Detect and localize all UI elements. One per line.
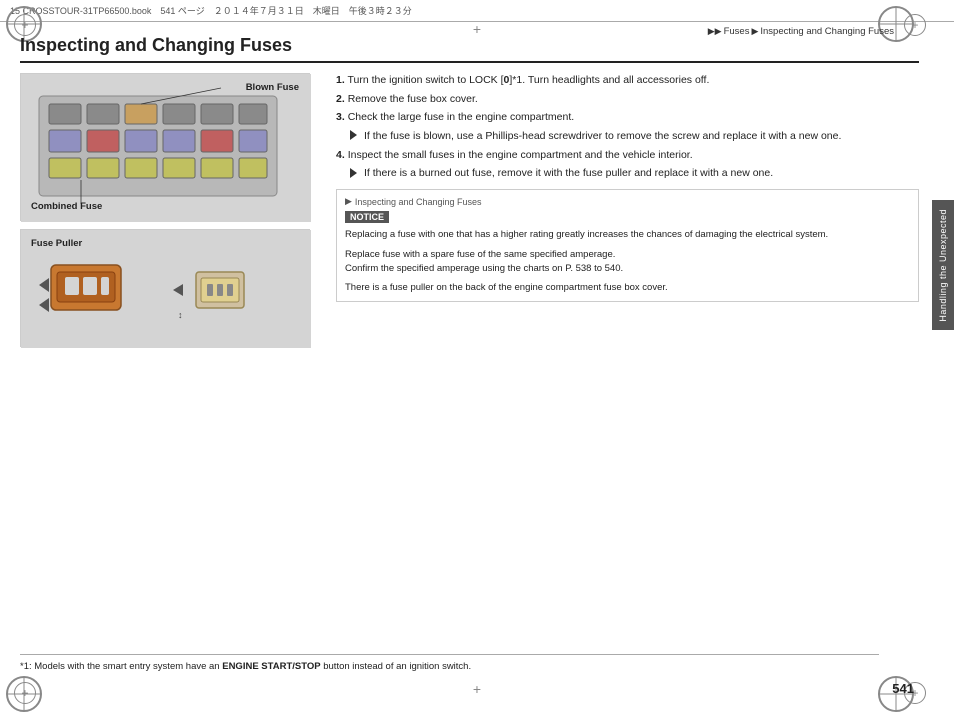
step-4: 4. Inspect the small fuses in the engine…: [336, 148, 919, 163]
step-1: 1. Turn the ignition switch to LOCK [0]*…: [336, 73, 919, 88]
cross-mark-bottom-center: +: [470, 682, 484, 696]
step-3-text: Check the large fuse in the engine compa…: [348, 111, 574, 123]
notice-subheader: ▶ Inspecting and Changing Fuses: [345, 196, 910, 207]
step-3-arrow-text: If the fuse is blown, use a Phillips-hea…: [364, 129, 841, 144]
notice-paragraph-3: There is a fuse puller on the back of th…: [345, 281, 910, 295]
arrow-symbol-3: [350, 129, 360, 144]
content-columns: Blown Fuse Combined Fuse: [20, 73, 919, 347]
top-bar: 15 CROSSTOUR-31TP66500.book 541 ページ ２０１４…: [0, 0, 954, 22]
notice-subheader-text: Inspecting and Changing Fuses: [355, 197, 482, 207]
step-4-text: Inspect the small fuses in the engine co…: [348, 149, 693, 161]
combined-fuse-label: Combined Fuse: [31, 201, 102, 212]
notice-paragraph-2: Replace fuse with a spare fuse of the sa…: [345, 248, 910, 276]
step-2: 2. Remove the fuse box cover.: [336, 92, 919, 107]
notice-arrow: ▶: [345, 196, 352, 207]
fuse-diagram-box: Blown Fuse Combined Fuse: [20, 73, 310, 221]
footnote-bold: ENGINE START/STOP: [222, 661, 320, 672]
arrow-symbol-4: [350, 166, 360, 181]
left-column: Blown Fuse Combined Fuse: [20, 73, 320, 347]
footnote: *1: Models with the smart entry system h…: [20, 654, 879, 673]
tri-right-3: [350, 130, 357, 140]
notice-section: ▶ Inspecting and Changing Fuses NOTICE R…: [336, 189, 919, 302]
tri-right-4: [350, 168, 357, 178]
step-4-num: 4.: [336, 149, 345, 161]
side-tab-label: Handling the Unexpected: [938, 209, 948, 322]
step-3-arrow: If the fuse is blown, use a Phillips-hea…: [336, 129, 919, 144]
page-number: 541: [892, 681, 914, 696]
corner-crosshair-tl: [14, 14, 36, 36]
footnote-text-after: button instead of an ignition switch.: [321, 661, 472, 672]
step-2-num: 2.: [336, 93, 345, 105]
step-2-text: Remove the fuse box cover.: [348, 93, 478, 105]
step-1-num: 1.: [336, 74, 345, 86]
step-4-arrow: If there is a burned out fuse, remove it…: [336, 166, 919, 181]
step-3: 3. Check the large fuse in the engine co…: [336, 110, 919, 125]
step-1-text: Turn the ignition switch to LOCK [0]*1. …: [348, 74, 710, 86]
footnote-marker: *1:: [20, 661, 32, 672]
corner-crosshair-tr: [904, 14, 926, 36]
blown-fuse-label: Blown Fuse: [246, 82, 299, 93]
step-3-num: 3.: [336, 111, 345, 123]
footnote-text-before: Models with the smart entry system have …: [34, 661, 222, 672]
side-tab: Handling the Unexpected: [932, 200, 954, 330]
cross-mark-top-center: +: [470, 22, 484, 36]
fuse-puller-label: Fuse Puller: [31, 238, 82, 249]
right-column: 1. Turn the ignition switch to LOCK [0]*…: [336, 73, 919, 347]
file-info: 15 CROSSTOUR-31TP66500.book 541 ページ ２０１４…: [10, 4, 412, 17]
steps-section: 1. Turn the ignition switch to LOCK [0]*…: [336, 73, 919, 181]
notice-badge: NOTICE: [345, 211, 389, 223]
main-content: Inspecting and Changing Fuses: [20, 35, 919, 673]
svg-text:↕: ↕: [178, 310, 183, 320]
step-4-arrow-text: If there is a burned out fuse, remove it…: [364, 166, 773, 181]
fuse-puller-box: ↕ Fuse Puller: [20, 229, 310, 347]
fuse-illustration-svg: [21, 74, 311, 222]
corner-crosshair-bl: [14, 682, 36, 704]
page-title: Inspecting and Changing Fuses: [20, 35, 919, 63]
notice-paragraph-1: Replacing a fuse with one that has a hig…: [345, 228, 910, 242]
